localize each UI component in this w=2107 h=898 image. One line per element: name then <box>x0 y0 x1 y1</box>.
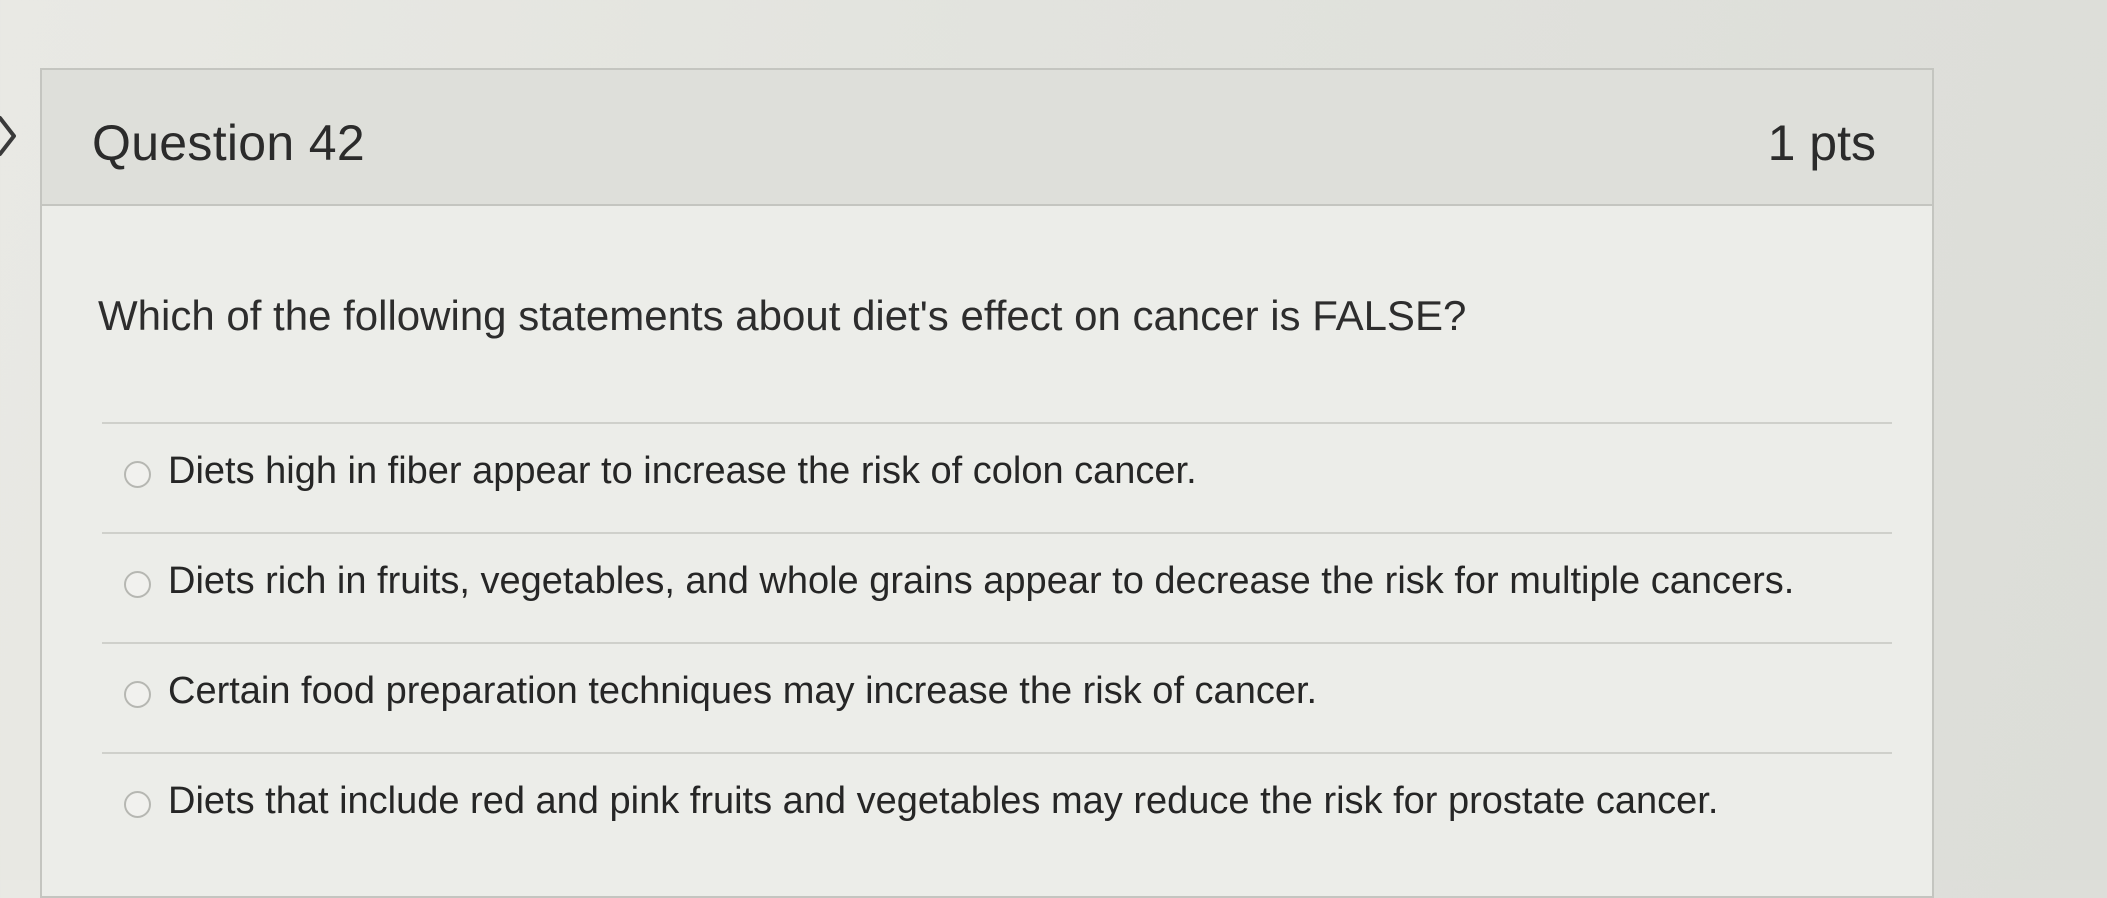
answer-label: Diets rich in fruits, vegetables, and wh… <box>168 560 1795 602</box>
chevron-right-icon[interactable] <box>0 112 20 160</box>
radio-button-icon[interactable] <box>124 681 151 708</box>
answer-label: Diets that include red and pink fruits a… <box>168 780 1719 822</box>
answer-label: Certain food preparation techniques may … <box>168 670 1318 712</box>
answer-option-2[interactable]: Diets rich in fruits, vegetables, and wh… <box>102 532 1892 642</box>
question-title: Question 42 <box>92 115 365 171</box>
radio-button-icon[interactable] <box>124 571 151 598</box>
radio-button-icon[interactable] <box>124 461 151 488</box>
answer-label: Diets high in fiber appear to increase t… <box>168 450 1197 492</box>
answer-option-3[interactable]: Certain food preparation techniques may … <box>102 642 1892 752</box>
question-header: Question 42 1 pts <box>42 70 1932 206</box>
answer-list: Diets high in fiber appear to increase t… <box>102 422 1892 862</box>
question-card: Question 42 1 pts Which of the following… <box>40 68 1934 898</box>
answer-option-4[interactable]: Diets that include red and pink fruits a… <box>102 752 1892 862</box>
answer-option-1[interactable]: Diets high in fiber appear to increase t… <box>102 422 1892 532</box>
question-text: Which of the following statements about … <box>98 292 1467 339</box>
question-points: 1 pts <box>1767 115 1876 171</box>
radio-button-icon[interactable] <box>124 791 151 818</box>
